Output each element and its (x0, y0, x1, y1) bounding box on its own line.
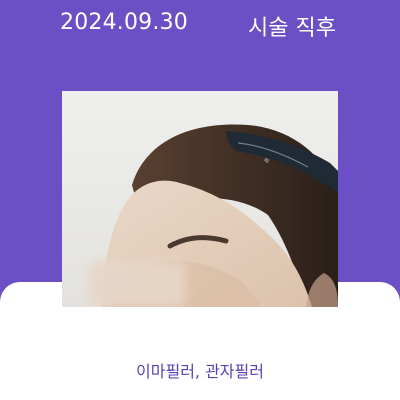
treatment-status: 시술 직후 (248, 16, 336, 41)
blur-mask (88, 261, 186, 307)
photo-illustration: ≋ (62, 91, 338, 307)
procedure-caption: 이마필러, 관자필러 (136, 362, 264, 381)
header: 2024.09.30 시술 직후 (0, 0, 400, 52)
treatment-photo: ≋ (62, 91, 338, 307)
treatment-date: 2024.09.30 (60, 10, 188, 35)
